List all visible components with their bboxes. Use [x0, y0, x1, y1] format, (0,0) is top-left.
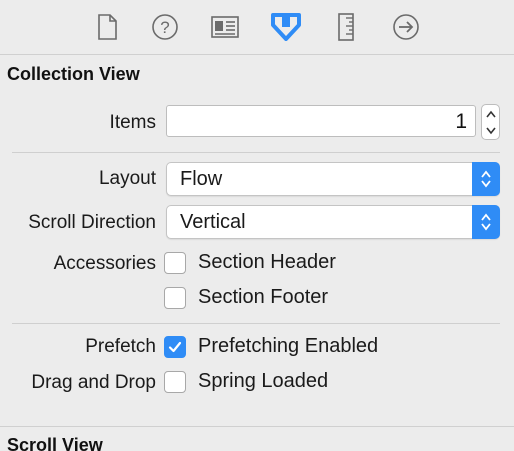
chevron-up-down-icon: [472, 162, 500, 196]
svg-text:?: ?: [160, 18, 169, 37]
size-inspector-icon[interactable]: [331, 12, 361, 42]
scroll-direction-label: Scroll Direction: [28, 212, 156, 233]
layout-label: Layout: [98, 168, 156, 189]
items-label: Items: [109, 112, 156, 133]
scroll-direction-select[interactable]: Vertical: [166, 205, 500, 239]
prefetching-enabled-checkbox[interactable]: [164, 336, 186, 358]
connections-inspector-icon[interactable]: [391, 12, 421, 42]
checkmark-icon: [168, 341, 182, 353]
attributes-inspector-icon[interactable]: [271, 12, 301, 42]
layout-select[interactable]: Flow: [166, 162, 500, 196]
stepper-down-icon[interactable]: [482, 122, 499, 139]
chevron-up-down-icon: [472, 205, 500, 239]
prefetching-enabled-label[interactable]: Prefetching Enabled: [198, 335, 378, 358]
stepper-up-icon[interactable]: [482, 105, 499, 122]
scroll-direction-value: Vertical: [180, 211, 246, 233]
items-value: 1: [455, 110, 467, 133]
spring-loaded-label[interactable]: Spring Loaded: [198, 370, 328, 393]
drag-and-drop-label: Drag and Drop: [31, 372, 156, 393]
divider: [12, 323, 500, 324]
prefetch-label: Prefetch: [85, 336, 156, 357]
section-title-collection-view: Collection View: [7, 64, 140, 84]
spring-loaded-checkbox[interactable]: [164, 371, 186, 393]
accessories-label: Accessories: [53, 253, 156, 274]
identity-inspector-icon[interactable]: [210, 12, 240, 42]
section-footer-label[interactable]: Section Footer: [198, 286, 328, 309]
items-field[interactable]: 1: [166, 105, 476, 137]
items-stepper[interactable]: [481, 104, 500, 140]
quick-help-icon[interactable]: ?: [150, 12, 180, 42]
section-title-scroll-view: Scroll View: [7, 435, 103, 451]
inspector-toolbar: ?: [0, 0, 514, 55]
layout-value: Flow: [180, 168, 223, 190]
file-inspector-icon[interactable]: [92, 12, 122, 42]
section-footer-checkbox[interactable]: [164, 287, 186, 309]
section-header-label[interactable]: Section Header: [198, 251, 336, 274]
section-header-checkbox[interactable]: [164, 252, 186, 274]
divider: [12, 152, 500, 153]
next-section-header: Scroll View: [0, 426, 514, 451]
